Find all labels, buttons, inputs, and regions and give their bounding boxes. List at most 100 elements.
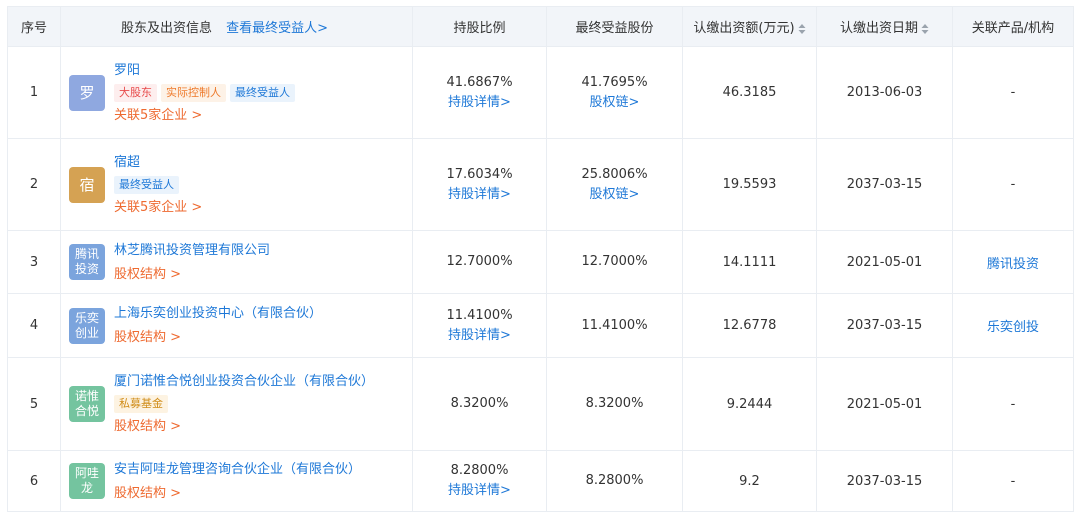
holder-avatar[interactable]: 阿哇龙 [69, 463, 105, 499]
holder-avatar[interactable]: 罗 [69, 74, 105, 111]
related-product: - [1010, 85, 1016, 100]
header-seq: 序号 [7, 6, 61, 47]
ubo-share: 12.7000% [581, 254, 648, 269]
holder-avatar[interactable]: 腾讯 投资 [69, 244, 105, 280]
related-cell: 乐奕创投 [952, 293, 1074, 358]
related-cell: - [952, 138, 1074, 231]
equity-chain-link[interactable]: 股权链> [590, 185, 640, 205]
date-cell: 2037-03-15 [816, 293, 953, 358]
seq-cell: 1 [7, 46, 61, 139]
logo-text: 诺惟 [74, 389, 99, 403]
ratio-cell: 8.2800% 持股详情> [412, 450, 547, 512]
related-product: - [1010, 177, 1016, 192]
equity-chain-link[interactable]: 股权链> [590, 93, 640, 113]
sort-icon[interactable] [921, 23, 929, 34]
logo-text: 龙 [80, 481, 93, 495]
holder-assoc-link[interactable]: 股权结构 > [114, 485, 361, 503]
ubo-share: 8.2800% [585, 473, 644, 488]
header-date-label: 认缴出资日期 [839, 21, 918, 36]
logo-text: 罗 [79, 84, 95, 102]
ubo-share: 8.3200% [585, 396, 644, 411]
table-row: 5 诺惟 合悦 厦门诺惟合悦创业投资合伙企业（有限合伙） 私募基金 股权结构 >8.320… [7, 357, 1074, 451]
date-cell: 2021-05-01 [816, 230, 953, 294]
holder-name[interactable]: 宿超 [114, 153, 202, 173]
ubo-cell: 12.7000% [546, 230, 683, 294]
tag-list: 最终受益人 [114, 175, 202, 194]
amount-cell: 12.6778 [682, 293, 817, 358]
seq-cell: 4 [7, 293, 61, 358]
table-row: 1 罗罗阳 大股东 实际控制人 最终受益人 关联5家企业 >41.6867% 持股详情> 41… [7, 46, 1074, 139]
holder-cell: 乐奕 创业 上海乐奕创业投资中心（有限合伙） 股权结构 > [60, 293, 413, 358]
related-product[interactable]: 腾讯投资 [987, 257, 1039, 272]
ubo-cell: 8.2800% [546, 450, 683, 512]
amount-cell: 46.3185 [682, 46, 817, 139]
holder-avatar[interactable]: 乐奕 创业 [69, 307, 105, 344]
sort-icon[interactable] [798, 23, 806, 34]
seq-cell: 6 [7, 450, 61, 512]
logo-text: 合悦 [74, 404, 99, 418]
ratio-cell: 12.7000% [412, 230, 547, 294]
header-holder: 股东及出资信息 查看最终受益人> [60, 6, 413, 47]
related-cell: - [952, 450, 1074, 512]
holder-name[interactable]: 厦门诺惟合悦创业投资合伙企业（有限合伙） [114, 372, 374, 392]
related-product: - [1010, 396, 1016, 412]
date-cell: 2013-06-03 [816, 46, 953, 139]
table-row: 2 宿 宿超 最终受益人 关联5家企业 > 17.6034% 持股详情> 25.8006% 股权… [7, 138, 1074, 231]
holder-assoc-link[interactable]: 股权结构 > [114, 329, 322, 347]
related-cell: - [952, 357, 1074, 451]
holder-tag: 最终受益人 [230, 83, 295, 102]
holder-tag: 最终受益人 [114, 175, 179, 194]
holder-assoc-link[interactable]: 股权结构 > [114, 418, 374, 436]
date-cell: 2037-03-15 [816, 138, 953, 231]
holding-detail-link[interactable]: 持股详情> [448, 326, 511, 346]
logo-text: 阿哇 [74, 466, 99, 480]
logo-text: 宿 [79, 176, 95, 194]
header-date[interactable]: 认缴出资日期 [816, 6, 953, 47]
holding-detail-link[interactable]: 持股详情> [448, 93, 511, 113]
holding-detail-link[interactable]: 持股详情> [448, 481, 511, 501]
holder-assoc-link[interactable]: 股权结构 > [114, 266, 270, 284]
related-product[interactable]: 乐奕创投 [987, 320, 1039, 335]
table-row: 3 腾讯 投资 林芝腾讯投资管理有限公司 股权结构 >12.7000% 12.7000% 1… [7, 230, 1074, 294]
header-related: 关联产品/机构 [952, 6, 1074, 47]
header-amount-label: 认缴出资额(万元) [693, 21, 795, 36]
related-product: - [1010, 473, 1016, 489]
shareholder-table: 序号 股东及出资信息 查看最终受益人> 持股比例 最终受益股份 认缴出资额(万元… [7, 6, 1074, 512]
logo-text: 投资 [74, 262, 99, 276]
holder-assoc-link[interactable]: 关联5家企业 > [114, 107, 295, 125]
header-holder-label: 股东及出资信息 [121, 21, 213, 36]
ubo-share: 41.7695% [581, 74, 648, 90]
holder-name[interactable]: 林芝腾讯投资管理有限公司 [114, 241, 270, 261]
seq-cell: 5 [7, 357, 61, 451]
ubo-cell: 41.7695% 股权链> [546, 46, 683, 139]
holder-cell: 腾讯 投资 林芝腾讯投资管理有限公司 股权结构 > [60, 230, 413, 294]
ubo-cell: 25.8006% 股权链> [546, 138, 683, 231]
holding-ratio: 11.4100% [446, 307, 513, 323]
holder-name[interactable]: 上海乐奕创业投资中心（有限合伙） [114, 304, 322, 324]
holding-detail-link[interactable]: 持股详情> [448, 185, 511, 205]
logo-text: 创业 [74, 325, 99, 340]
ubo-share: 25.8006% [581, 166, 648, 182]
holder-assoc-link[interactable]: 关联5家企业 > [114, 199, 202, 217]
holder-tag: 大股东 [114, 83, 157, 102]
amount-cell: 9.2444 [682, 357, 817, 451]
holder-avatar[interactable]: 诺惟 合悦 [69, 386, 105, 422]
related-cell: 腾讯投资 [952, 230, 1074, 294]
header-amount[interactable]: 认缴出资额(万元) [682, 6, 817, 47]
ubo-cell: 8.3200% [546, 357, 683, 451]
ratio-cell: 11.4100% 持股详情> [412, 293, 547, 358]
holding-ratio: 41.6867% [446, 74, 513, 90]
view-ubo-link[interactable]: 查看最终受益人> [226, 21, 328, 36]
header-ratio: 持股比例 [412, 6, 547, 47]
logo-text: 腾讯 [74, 247, 99, 261]
tag-list: 私募基金 [114, 395, 374, 413]
related-cell: - [952, 46, 1074, 139]
holding-ratio: 8.3200% [450, 396, 509, 411]
holder-name[interactable]: 安吉阿哇龙管理咨询合伙企业（有限合伙） [114, 460, 361, 480]
amount-cell: 19.5593 [682, 138, 817, 231]
holder-name[interactable]: 罗阳 [114, 61, 295, 81]
amount-cell: 14.1111 [682, 230, 817, 294]
holder-cell: 阿哇龙安吉阿哇龙管理咨询合伙企业（有限合伙） 股权结构 > [60, 450, 413, 512]
ratio-cell: 8.3200% [412, 357, 547, 451]
holder-avatar[interactable]: 宿 [69, 166, 105, 203]
